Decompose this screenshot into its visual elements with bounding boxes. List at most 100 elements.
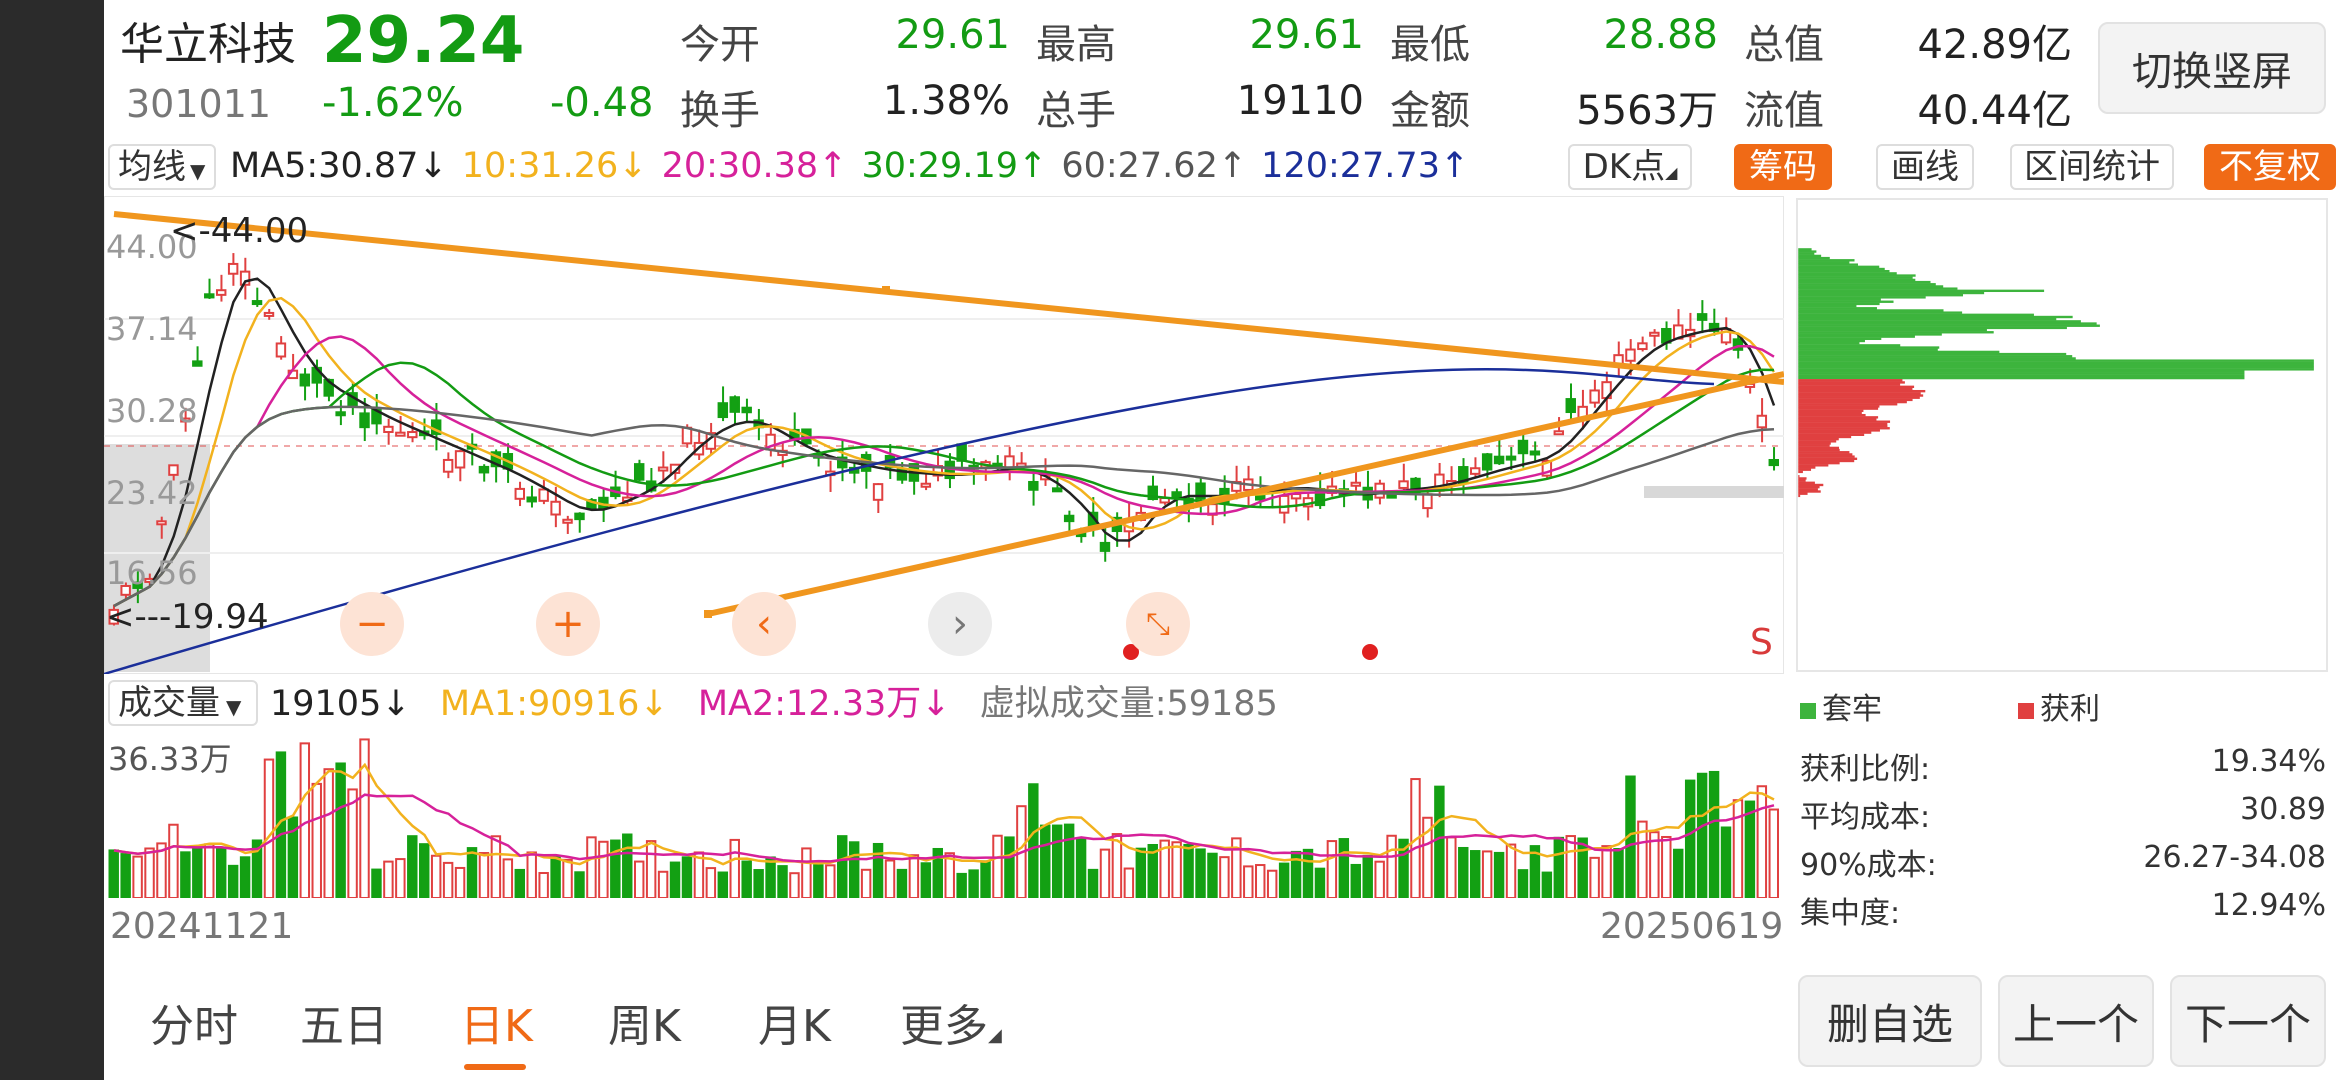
remove-favorite-button[interactable]: 删自选 (1798, 975, 1982, 1067)
distribution-bar-trapped (1798, 317, 2057, 321)
tab-more[interactable]: 更多◢ (900, 990, 1002, 1054)
distribution-bar-profit (1798, 461, 1840, 465)
reset-zoom-button[interactable]: ⤡ (1126, 592, 1190, 656)
volume-bar-up (311, 782, 322, 898)
volume-bar-down (872, 842, 884, 898)
y-tick-label: 30.28 (106, 392, 198, 430)
candle-up (514, 487, 525, 500)
volume-bar-down (239, 856, 251, 898)
indicator-select[interactable]: 均线 ▼ (108, 144, 216, 190)
distribution-bar-trapped (1798, 302, 1880, 306)
volume-select[interactable]: 成交量 ▼ (108, 680, 258, 726)
candle-up (872, 483, 884, 501)
distribution-bar-profit (1798, 492, 1808, 495)
candle-up (920, 482, 932, 488)
active-tab-indicator (464, 1064, 526, 1070)
scroll-left-button[interactable]: ‹ (732, 592, 796, 656)
volume-bar-down (466, 847, 478, 898)
candle-up (681, 426, 693, 445)
volume-bar-down (968, 869, 979, 898)
distribution-bar-trapped (1798, 348, 1938, 351)
distribution-bar-trapped (1798, 272, 1897, 275)
zoom-in-button[interactable]: + (536, 592, 600, 656)
volume-bar-down (550, 855, 561, 898)
cost-band (1644, 486, 1784, 498)
chips-button[interactable]: 筹码 (1734, 144, 1832, 190)
collapse-icon: ⤡ (1146, 606, 1170, 642)
stat-value-avg-cost: 30.89 (2240, 792, 2326, 827)
ma-legend-item: 120:27.73↑ (1261, 146, 1470, 186)
candle-down (204, 293, 215, 299)
stat-value-90-cost: 26.27-34.08 (2143, 840, 2326, 875)
volume-bar-down (335, 762, 346, 898)
volume-bar-down (753, 869, 764, 898)
distribution-bar-trapped (1798, 298, 1881, 301)
stat-value-concentration: 12.94% (2211, 888, 2326, 923)
volume-bar-up (598, 840, 609, 898)
volume-bar-down (1577, 837, 1588, 898)
volume-bar-down (896, 868, 908, 898)
candle-up (1469, 467, 1481, 475)
switch-portrait-button[interactable]: 切换竖屏 (2098, 22, 2326, 114)
scroll-right-button[interactable]: › (928, 592, 992, 656)
volume-bar-down (837, 835, 848, 898)
stat-label-avg-cost: 平均成本: (1800, 800, 1931, 835)
volume-bar-up (204, 843, 215, 898)
distribution-bar-profit (1798, 381, 1905, 384)
volume-bar-up (1661, 835, 1672, 898)
volume-bar-up (359, 738, 370, 898)
volume-bar-down (1302, 848, 1314, 898)
tab-monthly-k[interactable]: 月K (758, 990, 831, 1054)
distribution-bar-profit (1798, 468, 1812, 471)
distribution-bar-profit (1798, 400, 1907, 404)
tab-daily-k[interactable]: 日K (460, 990, 533, 1054)
candle-up (1004, 455, 1015, 469)
distribution-bar-trapped (1798, 289, 2045, 293)
dk-point-button[interactable]: DK点◢ (1568, 144, 1692, 190)
sell-signal: S (1750, 622, 1773, 663)
volume-bar-down (741, 860, 752, 898)
next-stock-button[interactable]: 下一个 (2170, 975, 2326, 1067)
volume-bar-down (1362, 854, 1373, 898)
draw-line-button[interactable]: 画线 (1876, 144, 1974, 190)
volume-bar-up (1768, 808, 1779, 898)
volume-bar-up (1756, 785, 1768, 898)
distribution-bar-profit (1798, 422, 1888, 426)
candle-up (454, 450, 466, 469)
distribution-bar-trapped (1798, 322, 2097, 325)
distribution-bar-profit (1798, 418, 1877, 421)
distribution-bar-profit (1798, 466, 1816, 469)
candle-down (1028, 480, 1039, 491)
distribution-bar-trapped (1798, 370, 2245, 373)
quote-label-high: 最高 (1036, 22, 1116, 68)
tab-intraday[interactable]: 分时 (150, 990, 238, 1054)
candle-down (717, 402, 729, 419)
tab-weekly-k[interactable]: 周K (608, 990, 681, 1054)
legend-swatch-green (1800, 703, 1816, 719)
volume-bar-up (1505, 843, 1517, 898)
volume-bar-up (1255, 864, 1266, 898)
distribution-bar-profit (1798, 411, 1862, 415)
distribution-bar-profit (1798, 389, 1926, 393)
tab-five-day[interactable]: 五日 (300, 990, 388, 1054)
volume-chart[interactable]: 36.33万 (104, 730, 1784, 898)
volume-bar-up (801, 847, 812, 898)
candle-up (227, 262, 239, 275)
low-marker: <---19.94 (106, 597, 269, 637)
volume-bar-down (419, 843, 430, 898)
minus-icon: − (355, 601, 389, 647)
previous-stock-button[interactable]: 上一个 (1998, 975, 2154, 1067)
distribution-bar-profit (1798, 470, 1803, 474)
volume-bar-down (622, 833, 633, 898)
zoom-out-button[interactable]: − (340, 592, 404, 656)
ma-legend-item: 60:27.62↑ (1061, 146, 1248, 186)
candle-down (299, 373, 311, 387)
range-stats-button[interactable]: 区间统计 (2010, 144, 2174, 190)
no-adjust-button[interactable]: 不复权 (2204, 144, 2336, 190)
distribution-bar-trapped (1798, 261, 1850, 264)
volume-bar-down (215, 847, 227, 898)
distribution-bar-profit (1798, 481, 1815, 484)
distribution-bar-trapped (1798, 248, 1812, 251)
candle-down (478, 465, 490, 474)
candle-down (1768, 458, 1779, 467)
